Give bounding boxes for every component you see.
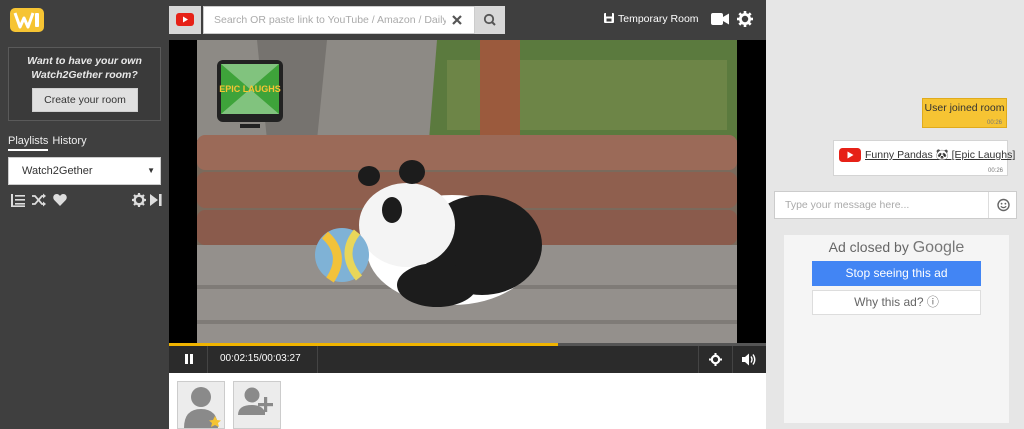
tab-history[interactable]: History (52, 135, 86, 149)
epic-laughs-logo-text: EPIC LAUGHS (219, 84, 281, 94)
ad-closed-prefix: Ad closed by (828, 239, 909, 255)
youtube-icon (176, 13, 194, 26)
chat-message-time: 00:26 (987, 168, 1003, 174)
create-room-button[interactable]: Create your room (32, 88, 138, 112)
caret-down-icon: ▼ (147, 166, 155, 175)
chat-message-video: Funny Pandas 🐼 [Epic Laughs] 00:26 (833, 140, 1015, 176)
ad-container: Ad closed by Google Stop seeing this ad … (784, 235, 1009, 423)
video-frame: EPIC LAUGHS (197, 40, 737, 343)
why-this-ad-button[interactable]: Why this ad? ⓘ (812, 290, 981, 315)
close-icon[interactable] (450, 13, 464, 27)
ad-closed-text: Ad closed by Google (784, 239, 1009, 257)
room-name-label: Temporary Room (618, 13, 699, 25)
total-time: 00:03:27 (261, 353, 301, 364)
users-bar (169, 373, 766, 429)
heart-icon[interactable] (53, 193, 67, 207)
playlist-select-value: Watch2Gether (22, 165, 93, 177)
chat-panel: User joined room 00:26 Funny Pandas 🐼 [E… (766, 0, 1024, 429)
chat-message-system: User joined room 00:26 (922, 98, 1007, 128)
volume-icon[interactable] (742, 353, 756, 366)
sidebar: Want to have your own Watch2Gether room?… (0, 0, 169, 429)
google-brand: Google (912, 239, 965, 256)
stop-seeing-ad-button[interactable]: Stop seeing this ad (812, 261, 981, 286)
search-box (203, 6, 475, 34)
tab-playlists[interactable]: Playlists (8, 135, 49, 151)
add-user-icon (238, 387, 273, 415)
search-button[interactable] (475, 6, 505, 34)
player-controls: 00:02:15/00:03:27 (169, 346, 766, 373)
top-bar: Temporary Room (169, 0, 766, 40)
skip-next-icon[interactable] (149, 193, 163, 207)
emoji-button[interactable] (988, 192, 1017, 218)
pause-icon[interactable] (183, 353, 195, 365)
gear-icon[interactable] (132, 193, 146, 207)
player-settings-icon[interactable] (709, 353, 722, 366)
search-icon (483, 13, 496, 26)
invite-user-button[interactable] (233, 381, 281, 429)
user-silhouette-icon (184, 387, 221, 428)
chat-input-box (774, 191, 1017, 219)
video-camera-icon[interactable] (711, 12, 729, 26)
playlist-select[interactable]: Watch2Gether ▼ (8, 157, 161, 185)
sidebar-tabs: Playlists History (8, 133, 91, 151)
time-display: 00:02:15/00:03:27 (220, 353, 301, 364)
room-name[interactable]: Temporary Room (604, 13, 699, 25)
promo-text: Want to have your own Watch2Gether room? (27, 55, 142, 81)
promo-box: Want to have your own Watch2Gether room?… (8, 47, 161, 121)
save-icon (604, 13, 614, 23)
list-add-icon[interactable] (11, 193, 25, 207)
chat-message-text: User joined room (924, 102, 1005, 114)
smiley-icon (997, 198, 1010, 212)
video-player[interactable]: EPIC LAUGHS (169, 40, 766, 343)
chat-message-time: 00:26 (986, 120, 1002, 126)
video-title-link[interactable]: Funny Pandas 🐼 [Epic Laughs] (865, 148, 1015, 161)
user-avatar[interactable] (177, 381, 225, 429)
youtube-source-button[interactable] (169, 6, 201, 34)
settings-gear-icon[interactable] (737, 11, 753, 27)
watch2gether-logo-icon[interactable] (10, 8, 44, 32)
current-time: 00:02:15 (220, 353, 259, 364)
shuffle-icon[interactable] (32, 193, 46, 207)
youtube-icon (839, 148, 861, 162)
search-input[interactable] (204, 7, 446, 33)
chat-message-input[interactable] (775, 192, 987, 218)
